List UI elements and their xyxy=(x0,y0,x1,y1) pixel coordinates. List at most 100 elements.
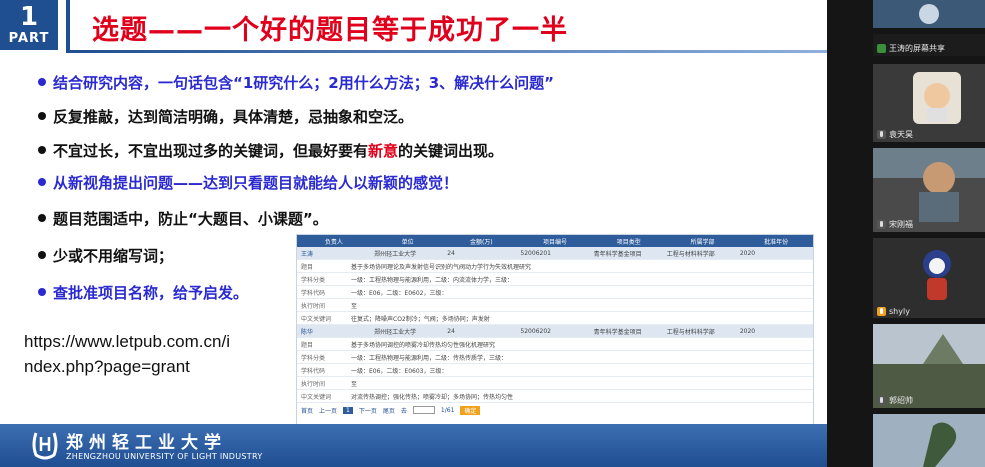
mic-active-icon xyxy=(877,307,886,316)
participant-name: 郭绍帅 xyxy=(877,395,913,406)
table-cell: 青年科学基金项目 xyxy=(593,250,642,258)
participant-name: 宋刚福 xyxy=(877,219,913,230)
participant-tile[interactable]: 王涛的屏幕共享 xyxy=(873,34,985,56)
participant-tile[interactable] xyxy=(873,0,985,28)
university-logo-icon xyxy=(32,432,58,460)
participant-name: shyly xyxy=(877,307,910,316)
table-cell: 24 xyxy=(447,327,455,335)
table-row: 执行时间 至 xyxy=(297,299,813,312)
table-cell: 2020 xyxy=(739,249,756,257)
participant-name-label: 宋刚福 xyxy=(889,220,913,229)
bullet-item: 结合研究内容，一句话包含“1研究什么；2用什么方法；3、解决什么问题” xyxy=(38,73,554,93)
column-header: 批准年份 xyxy=(764,238,789,246)
pager-go-button[interactable]: 确定 xyxy=(460,405,481,415)
detail-value: 往复式；降噪声CO2制冷；气阀；多场协同；声发射 xyxy=(351,315,490,323)
mic-muted-icon xyxy=(877,396,886,405)
table-row: 题目 基于多场协同理论及声发射信号识别的气阀动力学行为失效机理研究 xyxy=(297,260,813,273)
url-line: ndex.php?page=grant xyxy=(24,357,190,376)
pager-first-link[interactable]: 首页 xyxy=(301,406,313,415)
participant-video xyxy=(873,414,985,467)
table-cell: 郑州轻工业大学 xyxy=(374,250,417,258)
table-row: 中文关键词 往复式；降噪声CO2制冷；气阀；多场协同；声发射 xyxy=(297,312,813,325)
column-header: 负责人 xyxy=(324,238,343,246)
pager-prev-link[interactable]: 上一页 xyxy=(319,406,337,415)
screen-share-icon xyxy=(877,44,886,53)
column-header: 项目类型 xyxy=(616,238,641,246)
participant-tile[interactable]: 宋刚福 xyxy=(873,148,985,232)
bullet-item: 查批准项目名称，给予启发。 xyxy=(38,283,248,303)
table-cell: 王涛 xyxy=(301,250,314,258)
detail-label: 执行时间 xyxy=(301,302,326,310)
detail-value: 至 xyxy=(351,302,358,310)
bullet-dot-icon xyxy=(38,78,46,86)
university-name-cn: 郑州轻工业大学 xyxy=(66,433,227,453)
slide-title: 选题——一个好的题目等于成功了一半 xyxy=(92,15,568,46)
bullet-text: 少或不用缩写词； xyxy=(53,247,174,265)
column-header: 金额(万) xyxy=(469,238,493,246)
table-row: 学科代码 一级：E06，二级：E0602，三级： xyxy=(297,286,813,299)
detail-value: 对流传热调控；强化传热；喷雾冷却；多场协同；传热均匀性 xyxy=(351,393,514,401)
pager-last-link[interactable]: 尾页 xyxy=(383,406,395,415)
detail-label: 学科代码 xyxy=(301,289,326,297)
detail-value: 一级：E06，二级：E0603，三级： xyxy=(351,367,448,375)
table-row: 中文关键词 对流传热调控；强化传热；喷雾冷却；多场协同；传热均匀性 xyxy=(297,390,813,403)
table-cell: 2020 xyxy=(739,327,756,335)
shared-slide: 1 PART 选题——一个好的题目等于成功了一半 结合研究内容，一句话包含“1研… xyxy=(0,0,827,467)
university-name-en: ZHENGZHOU UNIVERSITY OF LIGHT INDUSTRY xyxy=(66,452,263,461)
mic-muted-icon xyxy=(877,130,886,139)
pager-current-page[interactable]: 1 xyxy=(343,406,353,414)
table-row: 执行时间 至 xyxy=(297,377,813,390)
table-cell: 青年科学基金项目 xyxy=(593,328,642,336)
detail-value: 一级：工程热物理与能源利用，二级：内流流体力学，三级： xyxy=(351,276,514,284)
detail-label: 学科分类 xyxy=(301,354,326,362)
detail-value: 基于多场协同理论及声发射信号识别的气阀动力学行为失效机理研究 xyxy=(351,263,532,271)
participant-tile[interactable]: shyly xyxy=(873,238,985,318)
detail-label: 学科代码 xyxy=(301,367,326,375)
participant-name-label: shyly xyxy=(889,307,910,316)
participant-name-label: 袁天昊 xyxy=(889,130,913,139)
bullet-text: 不宜过长，不宜出现过多的关键词，但最好要有 xyxy=(53,142,369,160)
table-cell: 工程与材料科学部 xyxy=(666,328,715,336)
pager-page-input[interactable] xyxy=(412,406,435,414)
part-badge: 1 PART xyxy=(0,0,58,50)
pager-goto-label: 去 xyxy=(400,407,407,415)
pager-page-count: 1/61 xyxy=(440,406,455,414)
bullet-dot-icon xyxy=(38,288,46,296)
pager-next-link[interactable]: 下一页 xyxy=(359,406,377,415)
bullet-text: 查批准项目名称，给予启发。 xyxy=(53,284,249,302)
bullet-item: 反复推敲，达到简洁明确，具体清楚，忌抽象和空泛。 xyxy=(38,107,413,127)
bullet-text: 的关键词出现。 xyxy=(398,142,504,160)
detail-value: 至 xyxy=(351,380,358,388)
participant-video xyxy=(873,238,985,318)
participant-name: 王涛的屏幕共享 xyxy=(877,43,945,54)
bullet-item: 不宜过长，不宜出现过多的关键词，但最好要有新意的关键词出现。 xyxy=(38,141,503,161)
bullet-text: 结合研究内容，一句话包含“1研究什么；2用什么方法；3、解决什么问题” xyxy=(53,74,555,92)
bullet-item: 题目范围适中，防止“大题目、小课题”。 xyxy=(38,209,328,229)
participant-tile[interactable] xyxy=(873,414,985,467)
table-row: 王涛 郑州轻工业大学 24 52006201 青年科学基金项目 工程与材料科学部… xyxy=(297,247,813,260)
mic-muted-icon xyxy=(877,220,886,229)
column-header: 单位 xyxy=(401,238,414,246)
table-cell: 陈华 xyxy=(301,328,314,336)
participant-name: 袁天昊 xyxy=(877,129,913,140)
part-number: 1 xyxy=(19,2,39,32)
bullet-text: 题目范围适中，防止“大题目、小课题”。 xyxy=(53,210,328,228)
bullet-dot-icon xyxy=(38,251,46,259)
participant-tile[interactable]: 袁天昊 xyxy=(873,64,985,142)
table-row: 学科分类 一级：工程热物理与能源利用，二级：传热传质学，三级： xyxy=(297,351,813,364)
detail-value: 一级：工程热物理与能源利用，二级：传热传质学，三级： xyxy=(351,354,508,362)
participant-tile[interactable]: 郭绍帅 xyxy=(873,324,985,408)
detail-label: 题目 xyxy=(301,263,314,271)
participant-video xyxy=(873,0,985,28)
table-row: 学科代码 一级：E06，二级：E0603，三级： xyxy=(297,364,813,377)
detail-label: 学科分类 xyxy=(301,276,326,284)
detail-label: 执行时间 xyxy=(301,380,326,388)
table-cell: 52006201 xyxy=(520,249,551,257)
table-cell: 郑州轻工业大学 xyxy=(374,328,417,336)
detail-label: 中文关键词 xyxy=(301,315,332,323)
title-underline xyxy=(66,50,827,53)
bullet-text: 反复推敲，达到简洁明确，具体清楚，忌抽象和空泛。 xyxy=(53,108,414,126)
participant-name-label: 王涛的屏幕共享 xyxy=(889,44,945,53)
table-row: 学科分类 一级：工程热物理与能源利用，二级：内流流体力学，三级： xyxy=(297,273,813,286)
bullet-dot-icon xyxy=(38,214,46,222)
